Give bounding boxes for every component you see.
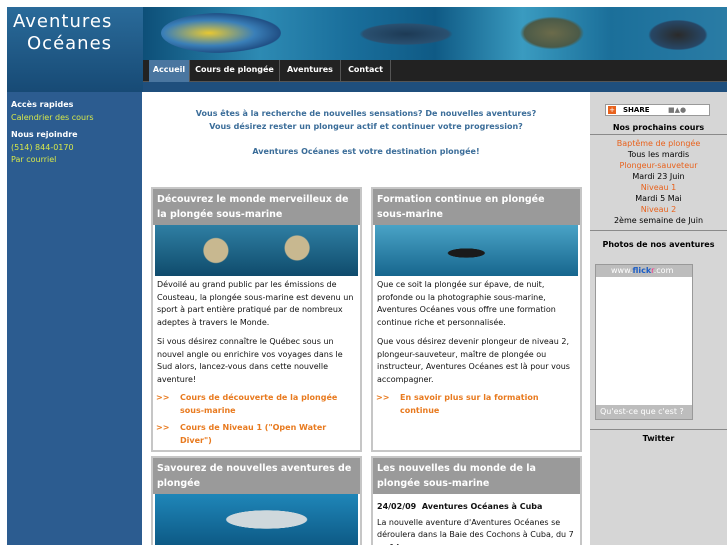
discover-box: Découvrez le monde merveilleux de la plo… xyxy=(151,187,362,452)
formation-p2: Que vous désirez devenir plongeur de niv… xyxy=(377,337,570,384)
course-item[interactable]: Niveau 1 xyxy=(590,183,727,192)
course-date: Mardi 5 Mai xyxy=(635,194,682,203)
discover-p2: Si vous désirez connaître le Québec sous… xyxy=(157,337,343,384)
news-title: Les nouvelles du monde de la plongée sou… xyxy=(373,458,580,494)
arrow-icon: >> xyxy=(156,393,170,402)
discover-p1: Dévoilé au grand public par les émission… xyxy=(157,280,354,327)
divers-photo xyxy=(155,225,358,276)
social-icons: ■▲● xyxy=(668,106,687,114)
turtle-image xyxy=(513,13,591,53)
course-item[interactable]: Niveau 2 xyxy=(590,205,727,214)
intro-line1: Vous êtes à la recherche de nouvelles se… xyxy=(195,109,537,118)
share-label: SHARE xyxy=(623,106,650,114)
twitter-heading: Twitter xyxy=(642,434,675,443)
nav-aventures[interactable]: Aventures xyxy=(280,60,341,82)
share-plus-icon: + xyxy=(608,106,616,114)
course-date: 2ème semaine de Juin xyxy=(613,216,704,225)
site-logo[interactable]: Aventures Océanes xyxy=(7,7,143,92)
aventures-title: Savourez de nouvelles aventures de plong… xyxy=(153,458,360,494)
barracuda-photo xyxy=(155,494,358,545)
formation-p1: Que ce soit la plongée sur épave, de nui… xyxy=(377,280,556,327)
dolphin-image xyxy=(351,21,461,47)
header: Aventures Océanes Accueil Cours de plong… xyxy=(7,7,727,92)
discover-link2[interactable]: >> Cours de Niveau 1 ("Open Water Diver") xyxy=(156,422,360,447)
flickr-brand1: flick xyxy=(632,266,652,275)
courses-heading: Nos prochains cours xyxy=(612,123,705,132)
email-link[interactable]: Par courriel xyxy=(11,155,56,164)
formation-link1-text: En savoir plus sur la formation continue xyxy=(400,393,539,415)
nav-contact[interactable]: Contact xyxy=(341,60,391,82)
aventures-box: Savourez de nouvelles aventures de plong… xyxy=(151,456,362,545)
formation-title: Formation continue en plongée sous-marin… xyxy=(373,189,580,225)
news-headline[interactable]: 24/02/09 Aventures Océanes à Cuba xyxy=(373,494,580,517)
arrow-icon: >> xyxy=(376,393,390,402)
flickr-widget[interactable]: www.flickr.com Qu'est-ce que c'est ? xyxy=(595,264,693,420)
main-nav: Accueil Cours de plongée Aventures Conta… xyxy=(143,60,727,82)
logo-line1: Aventures xyxy=(13,11,113,32)
flickr-com: .com xyxy=(653,266,674,275)
discover-link1-text: Cours de découverte de la plongée sous-m… xyxy=(180,393,338,415)
formation-box: Formation continue en plongée sous-marin… xyxy=(371,187,582,452)
course-item[interactable]: Plongeur-sauveteur xyxy=(590,161,727,170)
right-sidebar: + SHARE ■▲● Nos prochains cours Baptême … xyxy=(590,92,727,545)
nav-accueil[interactable]: Accueil xyxy=(149,60,190,82)
discover-title: Découvrez le monde merveilleux de la plo… xyxy=(153,189,360,225)
main-content: Vous êtes à la recherche de nouvelles se… xyxy=(142,92,590,545)
logo-line2: Océanes xyxy=(27,33,113,54)
share-button[interactable]: + SHARE ■▲● xyxy=(605,104,710,116)
divider xyxy=(590,230,727,231)
news-headline-text: Aventures Océanes à Cuba xyxy=(421,502,543,511)
flickr-logo: www.flickr.com xyxy=(596,265,692,277)
phone-number[interactable]: (514) 844-0170 xyxy=(11,143,74,152)
course-date: Tous les mardis xyxy=(627,150,690,159)
arrow-icon: >> xyxy=(156,423,170,432)
diver-image xyxy=(643,17,713,53)
intro-line3: Aventures Océanes est votre destination … xyxy=(252,147,480,156)
photos-heading: Photos de nos aventures xyxy=(602,240,715,249)
course-date: Mardi 23 Juin xyxy=(632,172,685,181)
acces-rapides-heading: Accès rapides xyxy=(11,100,74,109)
nous-rejoindre-heading: Nous rejoindre xyxy=(11,130,78,139)
left-sidebar: Accès rapides Calendrier des cours Nous … xyxy=(7,92,142,545)
flickr-www: www. xyxy=(611,266,633,275)
divider xyxy=(590,134,727,135)
discover-link2-text: Cours de Niveau 1 ("Open Water Diver") xyxy=(180,423,327,445)
news-date: 24/02/09 xyxy=(377,502,417,511)
news-text: La nouvelle aventure d'Aventures Océanes… xyxy=(377,517,574,545)
course-item[interactable]: Baptême de plongée xyxy=(590,139,727,148)
flickr-whatis-link[interactable]: Qu'est-ce que c'est ? xyxy=(596,405,692,419)
discover-link1[interactable]: >> Cours de découverte de la plongée sous… xyxy=(156,392,360,417)
banner-image xyxy=(143,7,727,60)
camera-diver-photo xyxy=(375,225,578,276)
calendrier-link[interactable]: Calendrier des cours xyxy=(11,113,94,122)
formation-link1[interactable]: >> En savoir plus sur la formation contin… xyxy=(376,392,580,417)
nav-cours[interactable]: Cours de plongée xyxy=(190,60,280,82)
news-box: Les nouvelles du monde de la plongée sou… xyxy=(371,456,582,545)
divider xyxy=(590,429,727,430)
angelfish-image xyxy=(161,13,281,53)
intro-line2: Vous désirez rester un plongeur actif et… xyxy=(209,122,523,131)
